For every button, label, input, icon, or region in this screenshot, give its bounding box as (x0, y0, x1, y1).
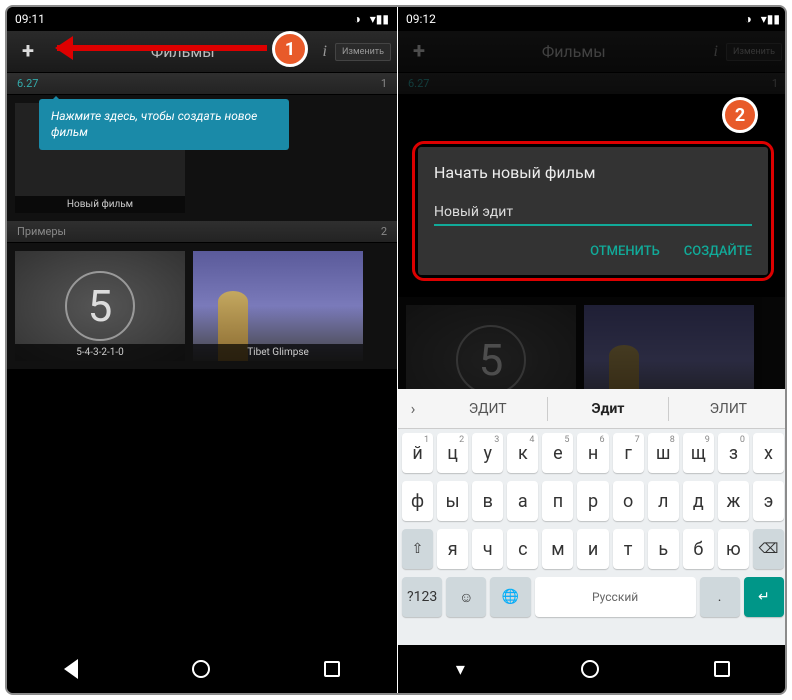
key[interactable]: г7 (613, 433, 644, 473)
key[interactable]: у3 (472, 433, 503, 473)
add-button[interactable]: + (13, 37, 43, 67)
movie-name-input[interactable] (434, 200, 752, 226)
key[interactable]: т (613, 529, 644, 569)
clock: 09:12 (406, 12, 436, 26)
examples-bar: Примеры 2 (7, 221, 397, 243)
step-marker: 1 (272, 31, 308, 67)
emoji-key[interactable]: ☺ (446, 577, 486, 617)
key[interactable]: б (683, 529, 714, 569)
example-thumb[interactable]: 5 5-4-3-2-1-0 (15, 251, 185, 361)
examples-row: 5 5-4-3-2-1-0 Tibet Glimpse (7, 243, 397, 369)
nav-bar: ▾ (398, 645, 787, 693)
step-marker: 2 (722, 97, 758, 133)
suggestion[interactable]: Эдит (548, 397, 668, 421)
recent-button[interactable] (714, 661, 730, 677)
thumb-label: 5-4-3-2-1-0 (15, 344, 185, 361)
enter-key[interactable]: ↵ (744, 577, 784, 617)
space-key[interactable]: Русский (535, 577, 696, 617)
key[interactable]: э (753, 481, 784, 521)
date-label: 6.27 (408, 77, 429, 90)
home-button[interactable] (192, 660, 210, 678)
app-bar: + Фильмы i Изменить (398, 31, 787, 73)
recent-button[interactable] (324, 661, 340, 677)
status-bar: 09:12 ◑ ▾▮▮ (398, 7, 787, 31)
key[interactable]: в (472, 481, 503, 521)
key[interactable]: и (577, 529, 608, 569)
count-label: 1 (381, 77, 387, 90)
key[interactable]: о (613, 481, 644, 521)
screen-title: Фильмы (434, 42, 714, 61)
thumb-label: Новый фильм (15, 196, 185, 213)
status-bar: 09:11 ◑ ▾▮▮ (7, 7, 397, 31)
create-button[interactable]: СОЗДАЙТЕ (684, 244, 752, 259)
key[interactable]: ю (718, 529, 749, 569)
count-label: 2 (381, 225, 387, 238)
add-button[interactable]: + (404, 37, 434, 67)
globe-key[interactable]: 🌐 (490, 577, 530, 617)
countdown-num: 5 (88, 280, 113, 332)
shift-key[interactable]: ⇧ (402, 529, 433, 569)
key[interactable]: д (683, 481, 714, 521)
back-button[interactable] (64, 659, 78, 679)
key[interactable]: м (542, 529, 573, 569)
hint-tooltip: Нажмите здесь, чтобы создать новое фильм (39, 99, 289, 150)
dialog-highlight: Начать новый фильм ОТМЕНИТЬ СОЗДАЙТЕ (412, 141, 774, 281)
example-thumb[interactable]: Tibet Glimpse (193, 251, 363, 361)
key[interactable]: е5 (542, 433, 573, 473)
count-label: 1 (772, 77, 778, 90)
keyboard-down-icon[interactable]: ▾ (456, 659, 465, 680)
dialog-title: Начать новый фильм (434, 163, 752, 182)
key[interactable]: н6 (577, 433, 608, 473)
key[interactable]: ш8 (648, 433, 679, 473)
date-bar: 6.27 1 (398, 73, 787, 95)
date-bar: 6.27 1 (7, 73, 397, 95)
period-key[interactable]: . (700, 577, 740, 617)
nav-bar (7, 645, 397, 693)
thumb-label: Tibet Glimpse (193, 344, 363, 361)
key[interactable]: ц2 (437, 433, 468, 473)
key[interactable]: я (437, 529, 468, 569)
backspace-key[interactable]: ⌫ (753, 529, 784, 569)
key[interactable]: ф (402, 481, 433, 521)
suggestion-bar: › ЭДИТ Эдит ЭЛИТ (398, 389, 787, 429)
clock: 09:11 (15, 12, 45, 26)
key[interactable]: а (507, 481, 538, 521)
chevron-icon[interactable]: › (398, 399, 428, 418)
status-icons: ◑ ▾▮▮ (354, 12, 389, 26)
cancel-button[interactable]: ОТМЕНИТЬ (590, 244, 660, 259)
edit-button[interactable]: Изменить (726, 43, 782, 61)
key[interactable]: ч (472, 529, 503, 569)
key[interactable]: ы (437, 481, 468, 521)
suggestion[interactable]: ЭДИТ (428, 397, 548, 421)
symbols-key[interactable]: ?123 (402, 577, 442, 617)
home-button[interactable] (581, 660, 599, 678)
keyboard: › ЭДИТ Эдит ЭЛИТ й1ц2у3к4е5н6г7ш8щ9з0х ф… (398, 389, 787, 645)
key[interactable]: п (542, 481, 573, 521)
key[interactable]: щ9 (683, 433, 714, 473)
key[interactable]: ь (648, 529, 679, 569)
key[interactable]: ж (718, 481, 749, 521)
status-icons: ◑ ▾▮▮ (745, 12, 780, 26)
annotation-arrow (57, 45, 267, 51)
key[interactable]: к4 (507, 433, 538, 473)
edit-button[interactable]: Изменить (335, 43, 391, 61)
key[interactable]: р (577, 481, 608, 521)
key[interactable]: з0 (718, 433, 749, 473)
examples-label: Примеры (17, 225, 66, 238)
info-icon[interactable]: i (714, 43, 718, 61)
date-label: 6.27 (17, 77, 38, 90)
info-icon[interactable]: i (323, 43, 327, 61)
key[interactable]: с (507, 529, 538, 569)
suggestion[interactable]: ЭЛИТ (669, 397, 787, 421)
key[interactable]: й1 (402, 433, 433, 473)
new-movie-dialog: Начать новый фильм ОТМЕНИТЬ СОЗДАЙТЕ (418, 147, 768, 275)
key[interactable]: л (648, 481, 679, 521)
key[interactable]: х (753, 433, 784, 473)
